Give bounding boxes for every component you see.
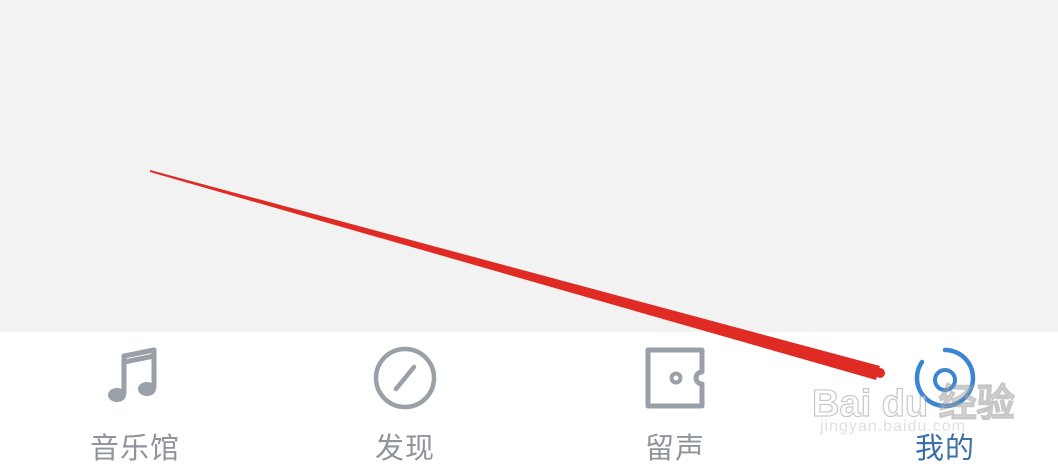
- tab-music-hall[interactable]: 音乐馆: [35, 332, 235, 466]
- app-screen: 音乐馆 发现 留声 我的 Bai du 经验 jingyan.baidu.com: [0, 0, 1058, 466]
- tab-voice[interactable]: 留声: [575, 332, 775, 466]
- tab-label: 我的: [914, 431, 975, 465]
- music-note-icon: [100, 342, 170, 412]
- tab-mine[interactable]: 我的: [845, 332, 1045, 466]
- bottom-tab-bar: 音乐馆 发现 留声 我的: [0, 332, 1058, 466]
- compass-slash-icon: [370, 342, 440, 412]
- profile-icon: [910, 342, 980, 412]
- ticket-icon: [640, 342, 710, 412]
- tab-discover[interactable]: 发现: [305, 332, 505, 466]
- tab-label: 发现: [374, 431, 435, 465]
- tab-label: 音乐馆: [89, 431, 180, 465]
- content-area: [0, 0, 1058, 332]
- tab-label: 留声: [644, 431, 705, 465]
